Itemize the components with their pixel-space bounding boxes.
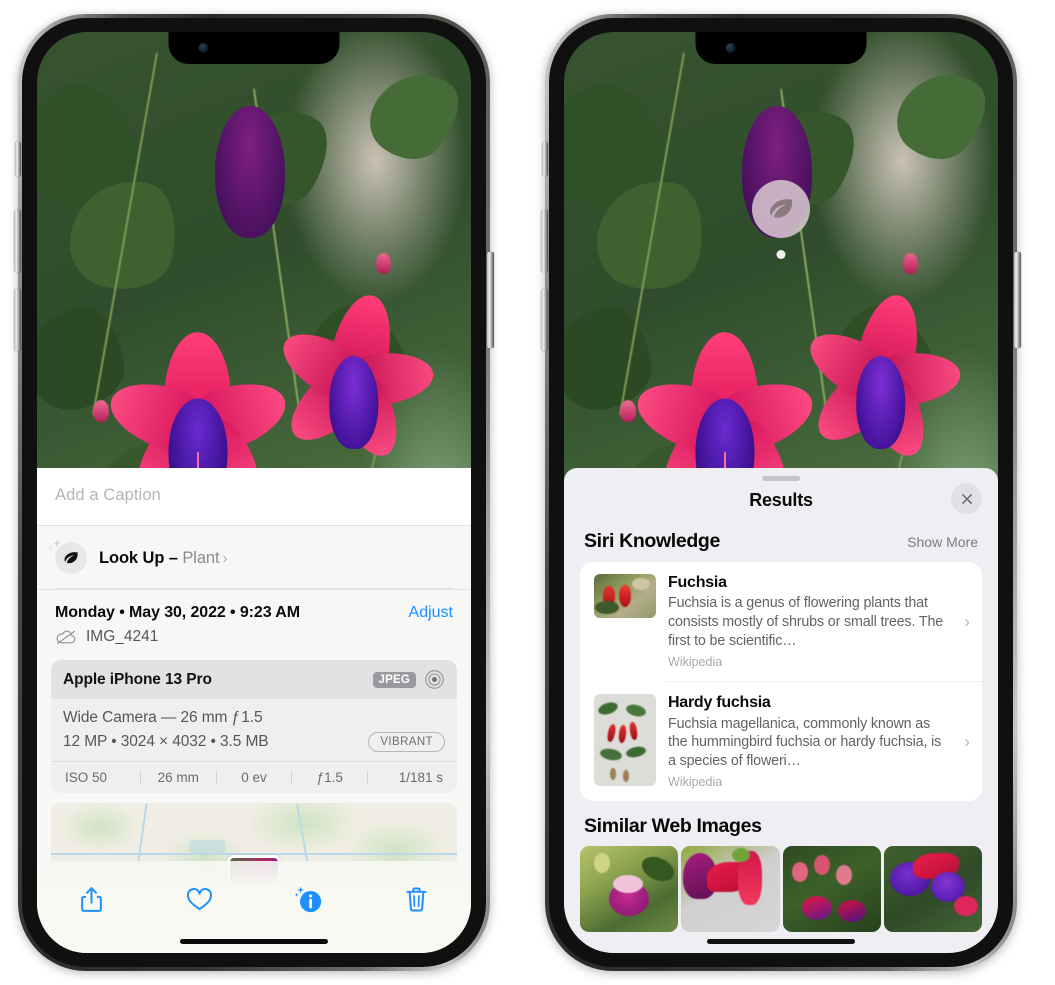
photographic-style-badge: VIBRANT [368,732,445,752]
web-image-1[interactable] [580,846,679,933]
visual-lookup-leaf-badge[interactable] [752,180,810,238]
similar-web-images-title: Similar Web Images [584,815,762,838]
mute-switch-left[interactable] [15,142,21,176]
notch-right [695,32,867,64]
siri-knowledge-header: Siri Knowledge Show More [564,524,998,562]
screenshot-root: Add a Caption Look Up – Plant › Monday •… [0,0,1055,985]
knowledge-result-row[interactable]: Fuchsia Fuchsia is a genus of flowering … [580,562,982,681]
show-more-button[interactable]: Show More [907,534,978,550]
exif-shutter: 1/181 s [398,770,443,785]
volume-down-button-left[interactable] [14,289,21,351]
sparkle-icon [46,538,64,556]
power-button-right[interactable] [1014,252,1021,348]
screen-left: Add a Caption Look Up – Plant › Monday •… [37,32,471,953]
results-sheet: Results Siri Knowledge Show More Fuchsia… [564,468,998,953]
look-up-subject: Plant [182,548,220,567]
share-button[interactable] [69,877,113,921]
result-title: Fuchsia [668,574,727,591]
similar-web-images-strip[interactable] [564,846,998,933]
format-badge: JPEG [372,671,416,688]
close-button[interactable] [951,483,982,514]
camera-info-card: Apple iPhone 13 Pro JPEG Wide Camera — 2… [51,660,457,793]
exif-iso: ISO 50 [65,770,108,785]
camera-body: Wide Camera — 26 mm ƒ 1.5 12 MP • 3024 ×… [51,699,457,761]
home-indicator-right[interactable] [707,939,855,944]
notch-left [168,32,340,64]
screen-right: Results Siri Knowledge Show More Fuchsia… [564,32,998,953]
result-description: Fuchsia is a genus of flowering plants t… [668,595,944,649]
chevron-right-icon: › [964,611,970,631]
exif-row: ISO 50 26 mm 0 ev ƒ1.5 1/181 s [51,761,457,793]
look-up-label: Look Up – Plant › [99,548,228,567]
knowledge-result-row[interactable]: Hardy fuchsia Fuchsia magellanica, commo… [580,682,982,801]
web-image-2[interactable] [681,846,780,933]
result-thumbnail-1 [594,574,656,618]
file-name-row: IMG_4241 [37,624,471,658]
similar-web-images-header: Similar Web Images [564,801,998,846]
front-camera-icon [725,43,736,53]
iphone-right: Results Siri Knowledge Show More Fuchsia… [541,14,1021,971]
result-source: Wikipedia [668,655,723,670]
chevron-right-icon: › [222,549,228,567]
web-image-4[interactable] [883,846,982,933]
camera-device: Apple iPhone 13 Pro [63,670,212,688]
iphone-left: Add a Caption Look Up – Plant › Monday •… [14,14,494,971]
result-description: Fuchsia magellanica, commonly known as t… [668,715,942,769]
volume-up-button-left[interactable] [14,210,21,272]
power-button-left[interactable] [487,252,494,348]
spec-line: 12 MP • 3024 × 4032 • 3.5 MB [63,733,269,750]
favorite-button[interactable] [178,877,222,921]
siri-knowledge-card: Fuchsia Fuchsia is a genus of flowering … [580,562,982,802]
visual-lookup-anchor-dot [776,250,786,259]
volume-up-button-right[interactable] [541,210,548,272]
caption-placeholder: Add a Caption [55,486,161,504]
icloud-slash-icon [55,629,78,645]
exif-aperture: ƒ1.5 [316,770,343,785]
result-source: Wikipedia [668,775,723,790]
exif-ev: 0 ev [241,770,267,785]
mute-switch-right[interactable] [542,142,548,176]
results-header: Results [564,481,998,524]
home-indicator-left[interactable] [180,939,328,944]
capture-date-row: Monday • May 30, 2022 • 9:23 AM Adjust [37,590,471,624]
look-up-row[interactable]: Look Up – Plant › [37,526,471,590]
delete-button[interactable] [395,877,439,921]
photo-info-sheet: Add a Caption Look Up – Plant › Monday •… [37,468,471,953]
caption-field[interactable]: Add a Caption [37,468,471,526]
adjust-button[interactable]: Adjust [409,604,453,622]
lens-line: Wide Camera — 26 mm ƒ 1.5 [63,709,263,726]
aperture-icon[interactable] [424,669,445,690]
result-thumbnail-2 [594,694,656,787]
file-name: IMG_4241 [86,628,159,645]
results-title: Results [749,490,813,510]
info-button[interactable] [286,877,330,921]
web-image-3[interactable] [782,846,881,933]
volume-down-button-right[interactable] [541,289,548,351]
camera-header: Apple iPhone 13 Pro JPEG [51,660,457,699]
capture-date: Monday • May 30, 2022 • 9:23 AM [55,604,300,621]
chevron-right-icon: › [964,731,970,751]
exif-focal: 26 mm [157,770,199,785]
front-camera-icon [198,43,209,53]
siri-knowledge-title: Siri Knowledge [584,530,720,552]
result-title: Hardy fuchsia [668,694,771,712]
